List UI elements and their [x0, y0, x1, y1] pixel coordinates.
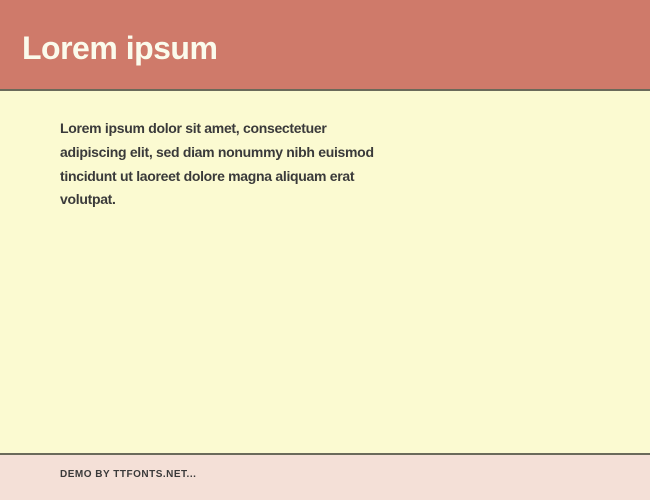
- content-area: Lorem ipsum dolor sit amet, consectetuer…: [0, 91, 650, 455]
- body-text: Lorem ipsum dolor sit amet, consectetuer…: [60, 117, 380, 212]
- page-title: Lorem ipsum: [22, 30, 628, 67]
- footer-bar: DEMO BY TTFONTS.NET...: [0, 455, 650, 500]
- header-banner: Lorem ipsum: [0, 0, 650, 91]
- footer-credit: DEMO BY TTFONTS.NET...: [60, 469, 590, 480]
